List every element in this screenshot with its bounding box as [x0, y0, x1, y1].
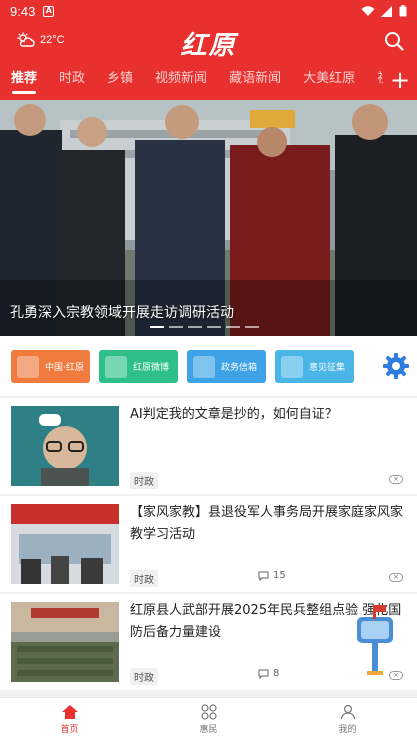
nav-home[interactable]: 首页 [0, 698, 139, 741]
comment-count-value: 15 [273, 570, 286, 581]
notification-a-icon: A [43, 5, 55, 17]
user-icon [340, 704, 355, 720]
quick-link-feedback[interactable]: 意见征集 [275, 350, 354, 383]
app-header: 22°C 红原 [0, 22, 417, 62]
carousel-dot [245, 326, 259, 328]
quick-link-label: 意见征集 [309, 363, 346, 373]
comment-count-value: 8 [273, 668, 280, 679]
search-icon[interactable] [383, 30, 405, 52]
grid-icon [200, 704, 217, 720]
edit-icon [281, 355, 303, 378]
quick-link-china-hongyuan[interactable]: 中国·红原 [11, 350, 90, 383]
status-bar: 9:43 A [0, 0, 417, 22]
quick-link-weibo[interactable]: 红原微博 [99, 350, 178, 383]
banner-caption: 孔勇深入宗教领域开展走访调研活动 [10, 305, 234, 321]
tab-video-news[interactable]: 视频新闻 [144, 62, 218, 100]
nav-benefits[interactable]: 惠民 [139, 698, 278, 741]
battery-icon [399, 5, 407, 17]
signal-icon [381, 5, 392, 17]
weibo-icon [105, 355, 127, 378]
quick-link-gov-mailbox[interactable]: 政务信箱 [187, 350, 266, 383]
quick-link-label: 政务信箱 [221, 363, 258, 373]
quick-links-bar: 中国·红原 红原微博 政务信箱 意见征集 [0, 336, 417, 396]
home-icon [61, 705, 78, 719]
nav-label: 惠民 [199, 725, 218, 735]
carousel-dot [207, 326, 221, 328]
tab-politics[interactable]: 时政 [48, 62, 96, 100]
quick-link-label: 红原微博 [133, 363, 170, 373]
tab-towns[interactable]: 乡镇 [96, 62, 144, 100]
banner-photo [0, 100, 417, 336]
comment-icon [258, 669, 269, 679]
nav-label: 首页 [60, 725, 79, 735]
gear-icon[interactable] [381, 351, 411, 381]
mailbox-icon [193, 355, 215, 378]
tab-recommend[interactable]: 推荐 [0, 62, 48, 100]
tab-tibetan-news[interactable]: 藏语新闻 [218, 62, 292, 100]
nav-label: 我的 [338, 725, 357, 735]
dismiss-icon[interactable]: × [389, 573, 403, 582]
carousel-dot [188, 326, 202, 328]
quick-link-label: 中国·红原 [45, 363, 84, 373]
photo-icon [17, 355, 39, 378]
news-title: AI判定我的文章是抄的，如何自证？ [130, 407, 338, 422]
carousel-dot [226, 326, 240, 328]
add-channel-icon[interactable]: + [383, 62, 417, 100]
comment-count: 15 [258, 570, 286, 581]
channel-tabs: 推荐 时政 乡镇 视频新闻 藏语新闻 大美红原 视 + [0, 62, 417, 100]
news-thumbnail [11, 406, 119, 486]
comment-icon [258, 571, 269, 581]
carousel-indicator [150, 326, 259, 328]
carousel-dot [169, 326, 183, 328]
nav-profile[interactable]: 我的 [278, 698, 417, 741]
news-category-tag: 时政 [130, 472, 158, 489]
wifi-icon [361, 5, 375, 16]
floating-mailbox-icon[interactable] [353, 603, 397, 675]
app-logo: 红原 [180, 31, 237, 61]
news-category-tag: 时政 [130, 570, 158, 587]
news-thumbnail [11, 504, 119, 584]
news-category-tag: 时政 [130, 668, 158, 685]
dismiss-icon[interactable]: × [389, 475, 403, 484]
headline-carousel[interactable]: 孔勇深入宗教领域开展走访调研活动 [0, 100, 417, 336]
bottom-navigation: 首页 惠民 我的 [0, 697, 417, 741]
tab-beautiful-hongyuan[interactable]: 大美红原 [292, 62, 366, 100]
news-item[interactable]: 【家风家教】县退役军人事务局开展家庭家风家教学习活动 时政 15 × [0, 496, 417, 592]
status-time: 9:43 [10, 3, 36, 19]
news-thumbnail [11, 602, 119, 682]
carousel-dot [150, 326, 164, 328]
comment-count: 8 [258, 668, 279, 679]
news-item[interactable]: AI判定我的文章是抄的，如何自证？ 时政 × [0, 398, 417, 494]
system-icons [361, 5, 407, 17]
news-title: 【家风家教】县退役军人事务局开展家庭家风家教学习活动 [130, 505, 404, 542]
